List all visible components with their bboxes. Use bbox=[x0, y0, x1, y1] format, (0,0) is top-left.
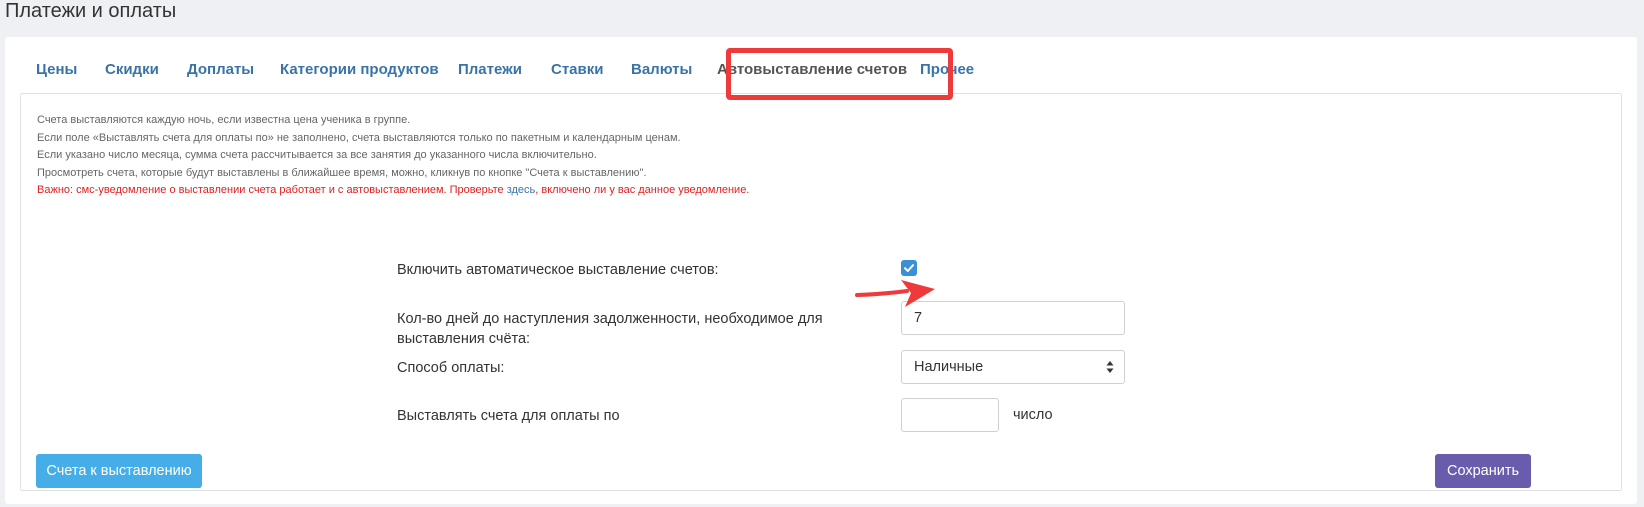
save-button[interactable]: Сохранить bbox=[1435, 454, 1531, 488]
invoice-day-input[interactable] bbox=[901, 398, 999, 432]
tab-payments[interactable]: Платежи bbox=[458, 49, 522, 91]
checkmark-icon bbox=[904, 264, 914, 272]
enable-auto-invoicing-label: Включить автоматическое выставление счет… bbox=[397, 262, 719, 278]
warning-text: Важно: смс-уведомление о выставлении сче… bbox=[37, 184, 507, 196]
warning-line: Важно: смс-уведомление о выставлении сче… bbox=[37, 182, 749, 200]
days-before-debt-label: Кол-во дней до наступления задолженности… bbox=[397, 309, 823, 349]
info-line: Если поле «Выставлять счета для оплаты п… bbox=[37, 131, 681, 144]
days-before-debt-label-line2: выставления счёта: bbox=[397, 331, 531, 347]
invoices-preview-button[interactable]: Счета к выставлению bbox=[36, 454, 202, 488]
enable-auto-invoicing-checkbox[interactable] bbox=[901, 260, 917, 276]
tab-product-categories[interactable]: Категории продуктов bbox=[280, 49, 439, 91]
info-line: Счета выставляются каждую ночь, если изв… bbox=[37, 114, 411, 126]
info-line: Если указано число месяца, сумма счета р… bbox=[37, 149, 597, 161]
payment-method-label: Способ оплаты: bbox=[397, 360, 505, 376]
settings-panel: Цены Скидки Доплаты Категории продуктов … bbox=[5, 37, 1637, 504]
warning-link[interactable]: здесь bbox=[507, 184, 536, 196]
invoice-day-label: Выставлять счета для оплаты по bbox=[397, 408, 620, 424]
tab-discounts[interactable]: Скидки bbox=[105, 49, 159, 91]
invoice-day-suffix: число bbox=[1013, 407, 1053, 423]
payment-method-select[interactable]: Наличные bbox=[901, 350, 1125, 384]
info-text: Счета выставляются каждую ночь, если изв… bbox=[37, 112, 749, 200]
arrow-right-icon bbox=[855, 280, 935, 307]
warning-text-end: , включено ли у вас данное уведомление. bbox=[535, 184, 750, 196]
info-line: Просмотреть счета, которые будут выставл… bbox=[37, 166, 647, 179]
tab-currencies[interactable]: Валюты bbox=[631, 49, 692, 91]
payment-method-value: Наличные bbox=[914, 359, 984, 375]
tab-rates[interactable]: Ставки bbox=[551, 49, 603, 91]
page-title: Платежи и оплаты bbox=[5, 0, 177, 22]
sort-arrows-icon bbox=[1106, 361, 1114, 373]
days-before-debt-label-line1: Кол-во дней до наступления задолженности… bbox=[397, 311, 823, 327]
annotation-highlight-box bbox=[726, 48, 953, 100]
tab-prices[interactable]: Цены bbox=[36, 49, 77, 91]
tab-content: Счета выставляются каждую ночь, если изв… bbox=[20, 93, 1622, 491]
tab-surcharges[interactable]: Доплаты bbox=[187, 49, 254, 91]
